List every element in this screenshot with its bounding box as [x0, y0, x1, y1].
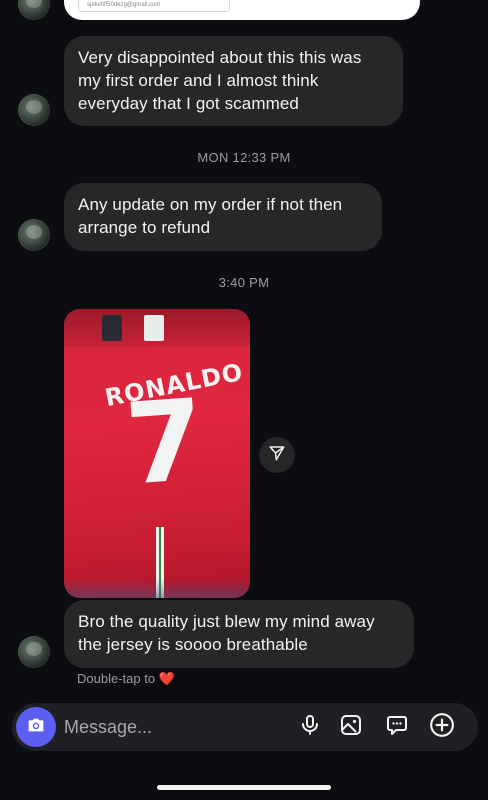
sender-avatar[interactable]: [18, 219, 50, 251]
sender-avatar[interactable]: [18, 0, 50, 20]
message-text-line: the jersey is soooo breathable: [78, 635, 308, 654]
message-input[interactable]: [64, 703, 284, 751]
card-email-text: spiketiff50dezg@gmail.com: [78, 0, 230, 12]
jersey-photo[interactable]: RONALDO 7: [64, 309, 250, 598]
home-indicator[interactable]: [157, 785, 331, 790]
message-bubble[interactable]: Any update on my order if not then arran…: [64, 183, 382, 251]
message-text-line: Very disappointed about this this was: [78, 48, 362, 67]
photo-tag: [102, 315, 122, 341]
timestamp: MON 12:33 PM: [197, 150, 291, 165]
add-icon: [429, 712, 455, 743]
sticker-button[interactable]: [383, 713, 411, 741]
message-bubble[interactable]: Bro the quality just blew my mind away t…: [64, 600, 414, 668]
reaction-hint: Double-tap to ❤️: [77, 671, 175, 687]
reaction-hint-text: Double-tap to: [77, 671, 156, 686]
sender-avatar[interactable]: [18, 636, 50, 668]
message-text-line: Any update on my order if not then: [78, 195, 343, 214]
send-icon: [268, 444, 286, 467]
photo-tag: [144, 315, 164, 341]
heart-icon: ❤️: [158, 671, 175, 686]
shared-card-preview[interactable]: spiketiff50dezg@gmail.com: [64, 0, 420, 20]
message-text-line: arrange to refund: [78, 218, 211, 237]
message-bubble[interactable]: Very disappointed about this this was my…: [64, 36, 403, 126]
camera-button[interactable]: [16, 707, 56, 747]
message-text-line: Bro the quality just blew my mind away: [78, 612, 375, 631]
jersey-number-text: 7: [121, 375, 209, 511]
message-text-line: everyday that I got scammed: [78, 94, 299, 113]
add-button[interactable]: [428, 712, 456, 743]
message-text-line: my first order and I almost think: [78, 71, 319, 90]
microphone-button[interactable]: [296, 713, 324, 741]
microphone-icon: [298, 713, 322, 742]
timestamp: 3:40 PM: [218, 275, 270, 290]
message-composer: [12, 703, 478, 751]
gallery-button[interactable]: [337, 713, 365, 741]
gallery-icon: [339, 713, 363, 742]
camera-icon: [25, 714, 47, 741]
share-button[interactable]: [259, 437, 295, 473]
photo-shadow: [64, 579, 250, 598]
sender-avatar[interactable]: [18, 94, 50, 126]
sticker-icon: [385, 713, 409, 742]
